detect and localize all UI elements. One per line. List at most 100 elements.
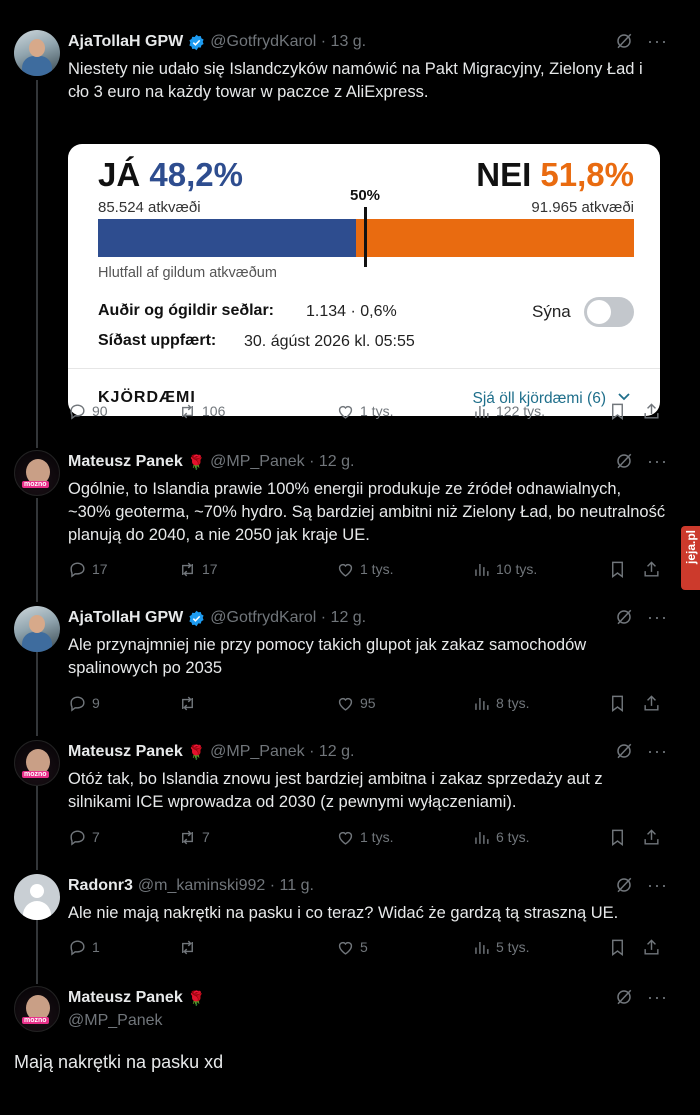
reply-button[interactable]: 1 bbox=[68, 938, 100, 957]
share-button[interactable] bbox=[642, 402, 661, 421]
view-count: 122 tys. bbox=[496, 403, 546, 419]
like-button[interactable]: 1 tys. bbox=[336, 828, 393, 847]
views-button[interactable]: 5 tys. bbox=[472, 938, 529, 957]
views-button[interactable]: 6 tys. bbox=[472, 828, 529, 847]
author-handle[interactable]: @GotfrydKarol · 13 g. bbox=[210, 33, 366, 51]
author-name[interactable]: Mateusz Panek bbox=[68, 743, 183, 761]
repost-icon bbox=[182, 940, 193, 954]
bookmark-button[interactable] bbox=[608, 694, 627, 713]
more-icon[interactable]: ··· bbox=[647, 608, 668, 626]
like-button[interactable]: 1 tys. bbox=[336, 402, 393, 421]
reply-count: 9 bbox=[92, 695, 100, 711]
grok-icon[interactable] bbox=[615, 988, 633, 1006]
watermark-text: jeja.pl bbox=[684, 530, 698, 565]
like-button[interactable]: 95 bbox=[336, 694, 376, 713]
reply-icon bbox=[70, 829, 85, 846]
views-button[interactable]: 10 tys. bbox=[472, 560, 537, 579]
repost-button[interactable]: 7 bbox=[178, 828, 210, 847]
share-button[interactable] bbox=[642, 938, 661, 957]
invalid-value: 1.134 · 0,6% bbox=[306, 303, 397, 320]
like-count: 95 bbox=[360, 695, 376, 711]
tweet[interactable]: AjaTollaH GPW @GotfrydKarol · 12 g. ··· … bbox=[0, 606, 682, 716]
grok-icon[interactable] bbox=[615, 876, 633, 894]
rose-icon: 🌹 bbox=[187, 453, 206, 470]
views-icon bbox=[475, 405, 489, 418]
reply-count: 90 bbox=[92, 403, 108, 419]
tweet-header: Mateusz Panek 🌹 @MP_Panek · 12 g. bbox=[68, 740, 354, 764]
avatar[interactable] bbox=[14, 30, 60, 76]
share-icon bbox=[644, 560, 659, 577]
author-name[interactable]: AjaTollaH GPW bbox=[68, 609, 183, 627]
bookmark-button[interactable] bbox=[608, 938, 627, 957]
author-name[interactable]: Mateusz Panek bbox=[68, 453, 183, 471]
referendum-card[interactable]: JÁ 48,2% NEI 51,8% 50% 85.524 atkvæði 91… bbox=[68, 144, 660, 416]
reply-button[interactable]: 90 bbox=[68, 402, 108, 421]
avatar[interactable] bbox=[14, 606, 60, 652]
bookmark-button[interactable] bbox=[608, 828, 627, 847]
tweet-header-actions: ··· bbox=[615, 452, 668, 470]
share-button[interactable] bbox=[642, 560, 661, 579]
avatar[interactable] bbox=[14, 450, 60, 496]
grok-icon[interactable] bbox=[615, 608, 633, 626]
views-button[interactable]: 8 tys. bbox=[472, 694, 529, 713]
tweet[interactable]: Mateusz Panek 🌹 @MP_Panek · 12 g. ··· Ot… bbox=[0, 740, 682, 850]
grok-icon[interactable] bbox=[615, 452, 633, 470]
share-icon bbox=[644, 694, 659, 711]
author-name[interactable]: Radonr3 bbox=[68, 877, 133, 895]
repost-button[interactable] bbox=[178, 694, 202, 713]
no-result: NEI 51,8% bbox=[476, 156, 634, 194]
repost-button[interactable]: 17 bbox=[178, 560, 218, 579]
author-handle[interactable]: @MP_Panek · 12 g. bbox=[210, 743, 354, 761]
tweet[interactable]: Mateusz Panek 🌹 @MP_Panek · 12 g. ··· Og… bbox=[0, 450, 682, 590]
tweet-text: Ogólnie, to Islandia prawie 100% energii… bbox=[68, 480, 666, 544]
reply-icon bbox=[70, 403, 85, 420]
tweet-header-actions: ··· bbox=[615, 988, 668, 1006]
bookmark-button[interactable] bbox=[608, 402, 627, 421]
tweet-actions: 7 7 1 tys. 6 tys. bbox=[68, 826, 664, 848]
tweet[interactable]: Radonr3 @m_kaminski992 · 11 g. ··· Ale n… bbox=[0, 874, 682, 964]
more-icon[interactable]: ··· bbox=[647, 742, 668, 760]
tweet-text: Mają nakrętki na pasku xd bbox=[14, 1052, 224, 1072]
author-handle[interactable]: @GotfrydKarol · 12 g. bbox=[210, 609, 366, 627]
tweet-header-actions: ··· bbox=[615, 742, 668, 760]
tweet-text: Otóż tak, bo Islandia znowu jest bardzie… bbox=[68, 770, 603, 811]
author-handle[interactable]: @MP_Panek bbox=[68, 1012, 163, 1030]
reply-count: 17 bbox=[92, 561, 108, 577]
show-toggle[interactable] bbox=[584, 297, 634, 327]
views-button[interactable]: 122 tys. bbox=[472, 402, 545, 421]
grok-icon[interactable] bbox=[615, 742, 633, 760]
focused-tweet[interactable]: Mateusz Panek 🌹 ··· bbox=[0, 986, 682, 1106]
repost-button[interactable] bbox=[178, 938, 202, 957]
repost-button[interactable]: 106 bbox=[178, 402, 225, 421]
more-icon[interactable]: ··· bbox=[647, 452, 668, 470]
like-button[interactable]: 5 bbox=[336, 938, 368, 957]
tweet-header-actions: ··· bbox=[615, 876, 668, 894]
share-button[interactable] bbox=[642, 828, 661, 847]
tweet[interactable]: AjaTollaH GPW @GotfrydKarol · 13 g. ··· … bbox=[0, 30, 682, 430]
view-count: 5 tys. bbox=[496, 939, 530, 955]
like-button[interactable]: 1 tys. bbox=[336, 560, 393, 579]
author-handle[interactable]: @MP_Panek · 12 g. bbox=[210, 453, 354, 471]
reply-button[interactable]: 9 bbox=[68, 694, 100, 713]
share-icon bbox=[644, 402, 659, 419]
tweet-text: Niestety nie udało się Islandczyków namó… bbox=[68, 60, 643, 101]
more-icon[interactable]: ··· bbox=[647, 988, 668, 1006]
more-icon[interactable]: ··· bbox=[647, 32, 668, 50]
bookmark-icon bbox=[612, 403, 623, 420]
avatar[interactable] bbox=[14, 986, 60, 1032]
avatar[interactable] bbox=[14, 874, 60, 920]
bookmark-button[interactable] bbox=[608, 560, 627, 579]
author-name[interactable]: Mateusz Panek bbox=[68, 989, 183, 1007]
avatar[interactable] bbox=[14, 740, 60, 786]
author-handle[interactable]: @m_kaminski992 · 11 g. bbox=[138, 877, 314, 895]
reply-button[interactable]: 17 bbox=[68, 560, 108, 579]
heart-icon bbox=[338, 941, 353, 955]
tweet-actions: 9 95 8 tys. bbox=[68, 692, 664, 714]
author-name[interactable]: AjaTollaH GPW bbox=[68, 33, 183, 51]
reply-button[interactable]: 7 bbox=[68, 828, 100, 847]
more-icon[interactable]: ··· bbox=[647, 876, 668, 894]
grok-icon[interactable] bbox=[615, 32, 633, 50]
no-percent: 51,8% bbox=[540, 156, 634, 193]
share-button[interactable] bbox=[642, 694, 661, 713]
tweet-header: Mateusz Panek 🌹 bbox=[68, 986, 205, 1010]
